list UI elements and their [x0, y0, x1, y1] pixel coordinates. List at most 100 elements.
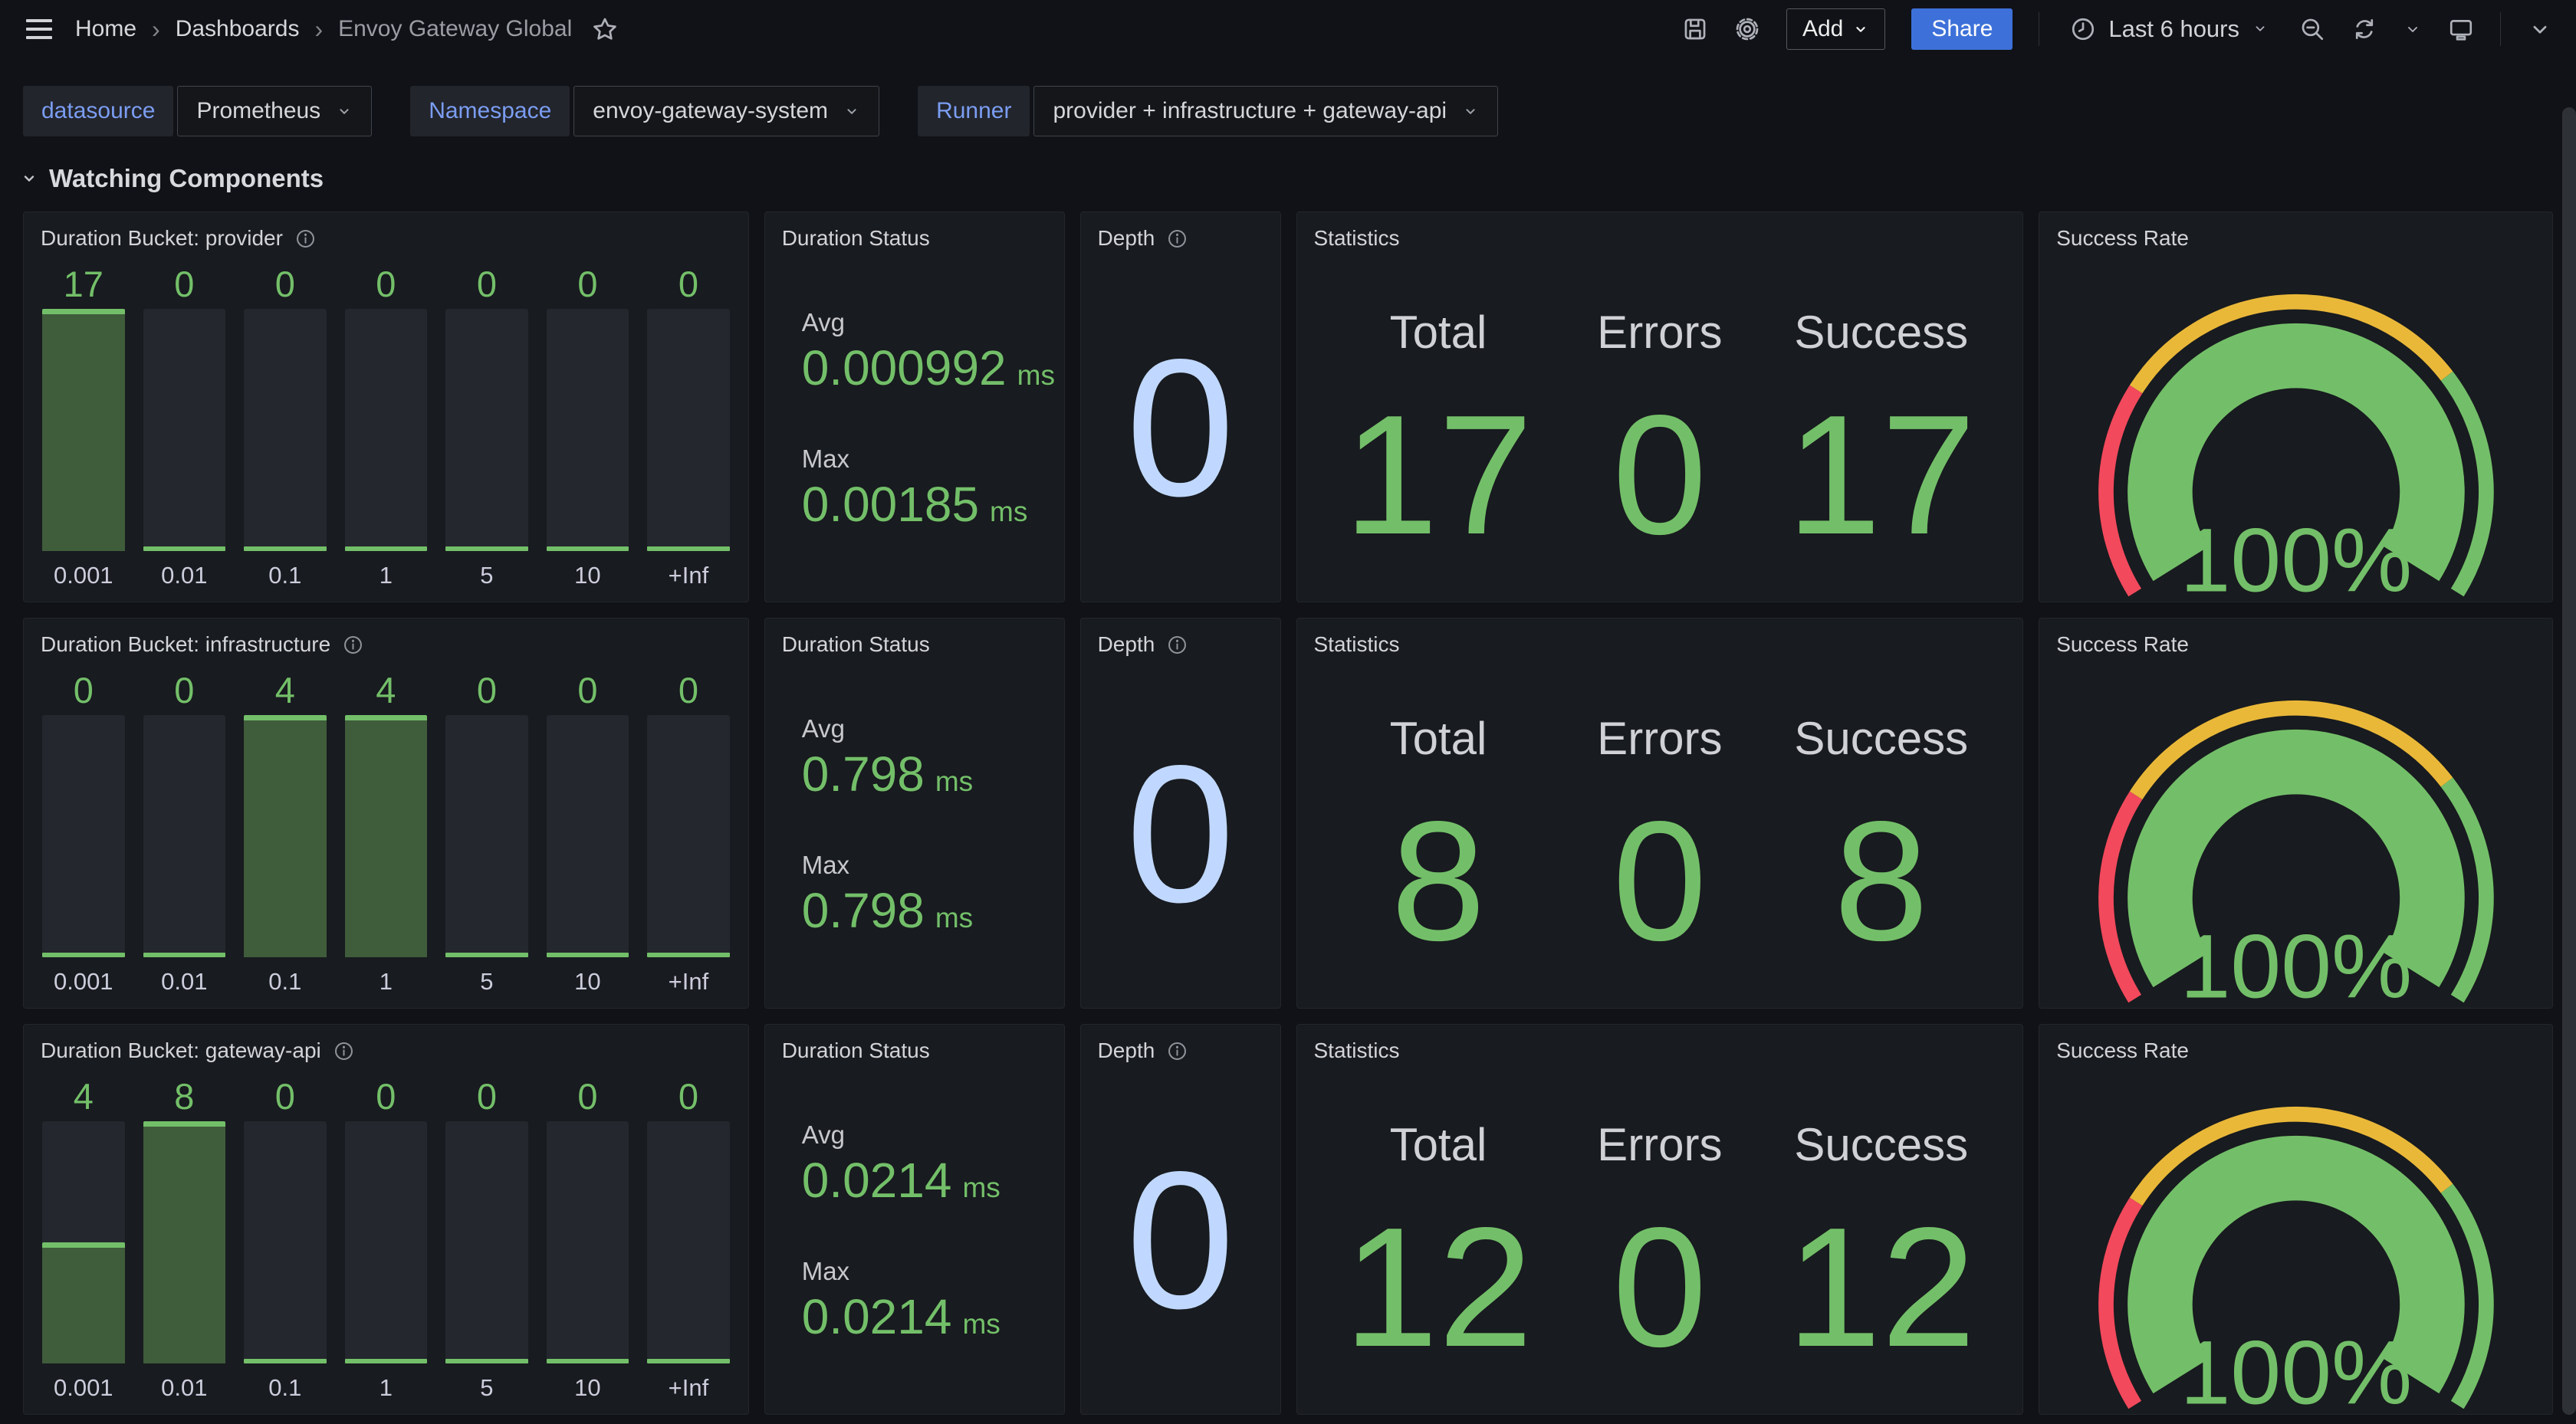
- bar-x-label: 0.1: [268, 1374, 301, 1403]
- bar-x-label: 10: [574, 562, 600, 591]
- star-icon[interactable]: [592, 16, 618, 42]
- success-rate-panel: Success Rate 100%: [2039, 618, 2553, 1009]
- bar-column: 05: [445, 258, 528, 591]
- breadcrumb-current: Envoy Gateway Global: [338, 16, 572, 42]
- bar-value-label: 0: [174, 664, 194, 715]
- datasource-picker[interactable]: Prometheus: [177, 86, 372, 136]
- bar: [445, 309, 528, 551]
- bar-column: 80.01: [143, 1071, 226, 1403]
- bar-column: 00.1: [244, 1071, 327, 1403]
- breadcrumb-separator: ›: [314, 15, 323, 44]
- bar-value-label: 0: [275, 1071, 295, 1121]
- refresh-icon[interactable]: [2351, 16, 2377, 42]
- zoom-out-icon[interactable]: [2299, 16, 2325, 42]
- datasource-value: Prometheus: [196, 98, 320, 124]
- avg-duration-stat: Avg 0.000992 ms: [802, 308, 1056, 392]
- stat-unit: ms: [935, 766, 973, 798]
- stat-unit: ms: [1017, 359, 1055, 392]
- stat-label: Success: [1794, 712, 1968, 765]
- bar-x-label: 0.01: [161, 1374, 207, 1403]
- statistics-panel: Statistics Total 8 Errors 0 Success 8: [1296, 618, 2024, 1009]
- depth-value: 0: [1126, 742, 1235, 927]
- panel-title: Duration Status: [782, 1038, 930, 1063]
- share-button-label: Share: [1931, 16, 1993, 42]
- bar: [42, 1121, 125, 1363]
- bar-value-label: 0: [376, 258, 396, 309]
- refresh-interval-chevron-icon[interactable]: [2404, 20, 2422, 38]
- bar-column: 00.01: [143, 258, 226, 591]
- stat-label: Total: [1390, 1118, 1487, 1171]
- stat-errors: Errors 0: [1549, 255, 1770, 602]
- dashboard-row: Duration Bucket: provider 170.00100.0100…: [23, 212, 2553, 602]
- bar: [143, 309, 226, 551]
- bar-value-label: 17: [64, 258, 104, 309]
- runner-picker[interactable]: provider + infrastructure + gateway-api: [1033, 86, 1498, 136]
- breadcrumb-dashboards[interactable]: Dashboards: [176, 16, 300, 42]
- bar: [647, 715, 730, 957]
- chevron-down-icon: [336, 103, 353, 120]
- clock-icon: [2070, 16, 2096, 42]
- info-icon[interactable]: [334, 1041, 354, 1061]
- add-button[interactable]: Add: [1786, 8, 1885, 50]
- bar: [42, 309, 125, 551]
- bar-value-label: 0: [275, 258, 295, 309]
- depth-value: 0: [1126, 1148, 1235, 1334]
- bar-column: 01: [345, 1071, 428, 1403]
- stat-label: Avg: [802, 714, 1056, 743]
- max-duration-stat: Max 0.00185 ms: [802, 445, 1056, 529]
- info-icon[interactable]: [295, 228, 316, 249]
- time-range-picker[interactable]: Last 6 hours: [2065, 15, 2273, 44]
- bar: [345, 715, 428, 957]
- stat-success: Success 12: [1770, 1068, 1992, 1414]
- panel-title: Duration Status: [782, 226, 930, 251]
- stat-total: Total 17: [1328, 255, 1549, 602]
- bar-column: 010: [547, 1071, 629, 1403]
- gauge-container: 100%: [2039, 1068, 2552, 1414]
- panel-title: Depth: [1098, 632, 1155, 657]
- info-icon[interactable]: [1167, 1041, 1188, 1061]
- stat-unit: ms: [990, 496, 1027, 528]
- bar-x-label: 5: [480, 562, 493, 591]
- info-icon[interactable]: [1167, 635, 1188, 655]
- bar: [647, 1121, 730, 1363]
- bar-x-label: 0.01: [161, 562, 207, 591]
- bar: [143, 1121, 226, 1363]
- success-rate-panel: Success Rate 100%: [2039, 212, 2553, 602]
- save-icon[interactable]: [1682, 16, 1708, 42]
- bar-column: 01: [345, 258, 428, 591]
- filter-runner: Runner provider + infrastructure + gatew…: [918, 86, 1498, 136]
- bar: [244, 1121, 327, 1363]
- gauge-value-label: 100%: [2180, 1322, 2412, 1415]
- panel-title: Success Rate: [2056, 1038, 2189, 1063]
- scrollbar[interactable]: [2562, 107, 2576, 1415]
- panel-title: Depth: [1098, 1038, 1155, 1063]
- info-icon[interactable]: [1167, 228, 1188, 249]
- tv-mode-icon[interactable]: [2448, 16, 2474, 42]
- duration-bucket-panel: Duration Bucket: infrastructure 00.00100…: [23, 618, 749, 1009]
- info-icon[interactable]: [343, 635, 363, 655]
- namespace-picker[interactable]: envoy-gateway-system: [573, 86, 879, 136]
- duration-status-panel: Duration Status Avg 0.0214 ms Max 0.0214…: [764, 1024, 1065, 1415]
- row-toggle-watching-components[interactable]: Watching Components: [0, 136, 2576, 212]
- bar-x-label: +Inf: [669, 562, 709, 591]
- bar-value-label: 4: [275, 664, 295, 715]
- stat-value: 0.798: [802, 886, 925, 935]
- depth-panel: Depth 0: [1080, 212, 1281, 602]
- bar: [345, 309, 428, 551]
- stat-unit: ms: [962, 1172, 1000, 1204]
- stat-total: Total 12: [1328, 1068, 1549, 1414]
- stat-label: Max: [802, 851, 1056, 880]
- share-button[interactable]: Share: [1911, 8, 2013, 50]
- panel-title: Duration Status: [782, 632, 930, 657]
- bar-x-label: +Inf: [669, 1374, 709, 1403]
- section-title: Watching Components: [49, 164, 324, 193]
- breadcrumb-home[interactable]: Home: [75, 16, 136, 42]
- collapse-navbar-chevron-icon[interactable]: [2527, 16, 2553, 42]
- bar-value-label: 0: [477, 1071, 497, 1121]
- gear-icon[interactable]: [1734, 16, 1760, 42]
- bar: [445, 1121, 528, 1363]
- duration-bucket-panel: Duration Bucket: provider 170.00100.0100…: [23, 212, 749, 602]
- chevron-down-icon: [20, 169, 38, 188]
- menu-icon[interactable]: [23, 16, 55, 42]
- bar-x-label: 0.1: [268, 562, 301, 591]
